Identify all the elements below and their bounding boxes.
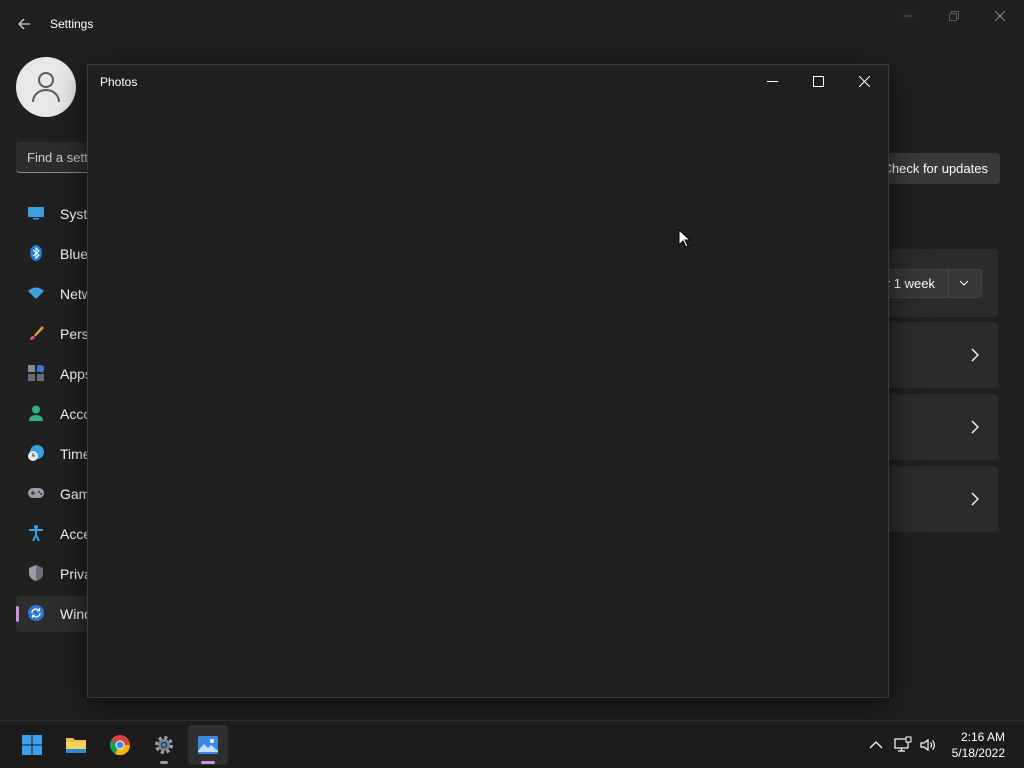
taskbar-photos[interactable] [188, 725, 228, 765]
time-icon [28, 445, 44, 461]
clock-time: 2:16 AM [960, 730, 1005, 744]
photos-minimize-button[interactable] [753, 69, 793, 95]
chrome-icon [110, 735, 130, 755]
selection-indicator [16, 606, 19, 622]
volume-icon[interactable] [919, 736, 937, 754]
back-arrow-icon [18, 18, 30, 30]
minimize-icon [767, 81, 778, 82]
minimize-icon [903, 15, 913, 17]
settings-title: Settings [50, 17, 94, 31]
chevron-down-icon [959, 280, 969, 286]
chevron-right-icon [971, 492, 979, 506]
network-status-icon[interactable] [894, 736, 912, 754]
photos-icon [198, 736, 218, 754]
network-icon [28, 287, 44, 299]
chevron-right-icon [971, 348, 979, 362]
start-button[interactable] [12, 725, 52, 765]
running-indicator [160, 761, 168, 764]
chevron-right-icon [971, 420, 979, 434]
accessibility-icon [29, 525, 43, 541]
close-icon [995, 11, 1005, 21]
photos-title: Photos [100, 75, 138, 89]
settings-icon [155, 736, 173, 754]
photos-maximize-button[interactable] [799, 69, 839, 95]
back-button[interactable] [12, 12, 36, 36]
system-icon [28, 207, 44, 220]
chevron-up-icon[interactable] [867, 736, 885, 754]
file-explorer-icon [66, 738, 86, 753]
windows-update-icon [28, 605, 44, 621]
clock-date: 5/18/2022 [951, 746, 1005, 760]
settings-restore-button[interactable] [936, 6, 972, 28]
taskbar: 2:16 AM 5/18/2022 [0, 720, 1024, 768]
close-icon [859, 76, 870, 87]
apps-icon [28, 365, 44, 381]
user-icon [32, 72, 60, 103]
personalization-icon [30, 326, 44, 340]
avatar[interactable] [16, 57, 76, 117]
restore-icon [949, 11, 959, 21]
maximize-icon [813, 76, 824, 87]
taskbar-settings[interactable] [144, 725, 184, 765]
settings-minimize-button[interactable] [890, 6, 926, 28]
privacy-icon [29, 565, 43, 581]
taskbar-file-explorer[interactable] [56, 725, 96, 765]
photos-close-button[interactable] [845, 69, 885, 95]
photos-window[interactable]: Photos [87, 64, 889, 698]
start-icon [22, 735, 42, 755]
settings-close-button[interactable] [982, 6, 1018, 28]
mouse-cursor-icon [678, 229, 692, 248]
active-indicator [201, 761, 215, 764]
taskbar-clock[interactable]: 2:16 AM 5/18/2022 [952, 729, 1005, 761]
accounts-icon [29, 405, 43, 421]
gaming-icon [28, 488, 44, 498]
bluetooth-icon [30, 245, 42, 261]
settings-titlebar: Settings [0, 0, 1024, 48]
taskbar-chrome[interactable] [100, 725, 140, 765]
